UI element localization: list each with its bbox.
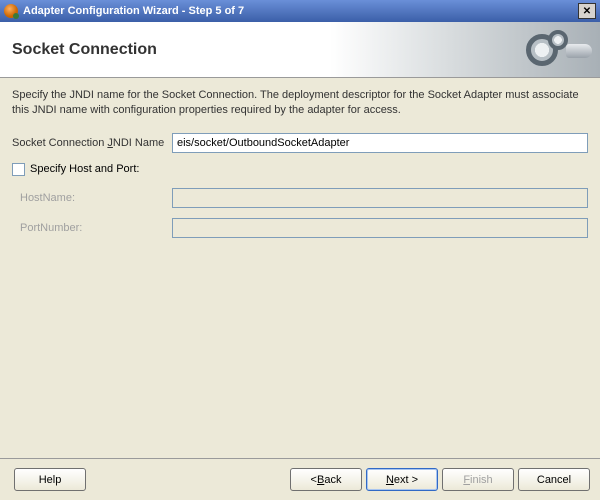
back-button[interactable]: < Back <box>290 468 362 491</box>
wizard-header: Socket Connection <box>0 22 600 78</box>
hostname-label: HostName: <box>20 192 172 204</box>
specify-host-port-checkbox[interactable] <box>12 163 25 176</box>
portnumber-label: PortNumber: <box>20 222 172 234</box>
jndi-name-label: Socket Connection JNDI Name <box>12 137 172 149</box>
portnumber-input <box>172 218 588 238</box>
next-button[interactable]: Next > <box>366 468 438 491</box>
host-port-group: HostName: PortNumber: <box>20 188 588 238</box>
jndi-name-row: Socket Connection JNDI Name <box>12 133 588 153</box>
jndi-name-input[interactable] <box>172 133 588 153</box>
specify-host-port-row: Specify Host and Port: <box>12 163 588 176</box>
titlebar: Adapter Configuration Wizard - Step 5 of… <box>0 0 600 22</box>
help-button[interactable]: Help <box>14 468 86 491</box>
description-text: Specify the JNDI name for the Socket Con… <box>12 88 588 119</box>
page-title: Socket Connection <box>12 41 157 59</box>
close-icon[interactable]: ✕ <box>578 3 596 19</box>
app-icon <box>4 4 18 18</box>
specify-host-port-label: Specify Host and Port: <box>30 163 139 175</box>
cancel-button[interactable]: Cancel <box>518 468 590 491</box>
footer: Help < Back Next > Finish Cancel <box>0 458 600 500</box>
window-title: Adapter Configuration Wizard - Step 5 of… <box>23 5 578 17</box>
socket-gear-icon <box>526 30 586 70</box>
finish-button: Finish <box>442 468 514 491</box>
hostname-input <box>172 188 588 208</box>
content-area: Specify the JNDI name for the Socket Con… <box>0 78 600 458</box>
